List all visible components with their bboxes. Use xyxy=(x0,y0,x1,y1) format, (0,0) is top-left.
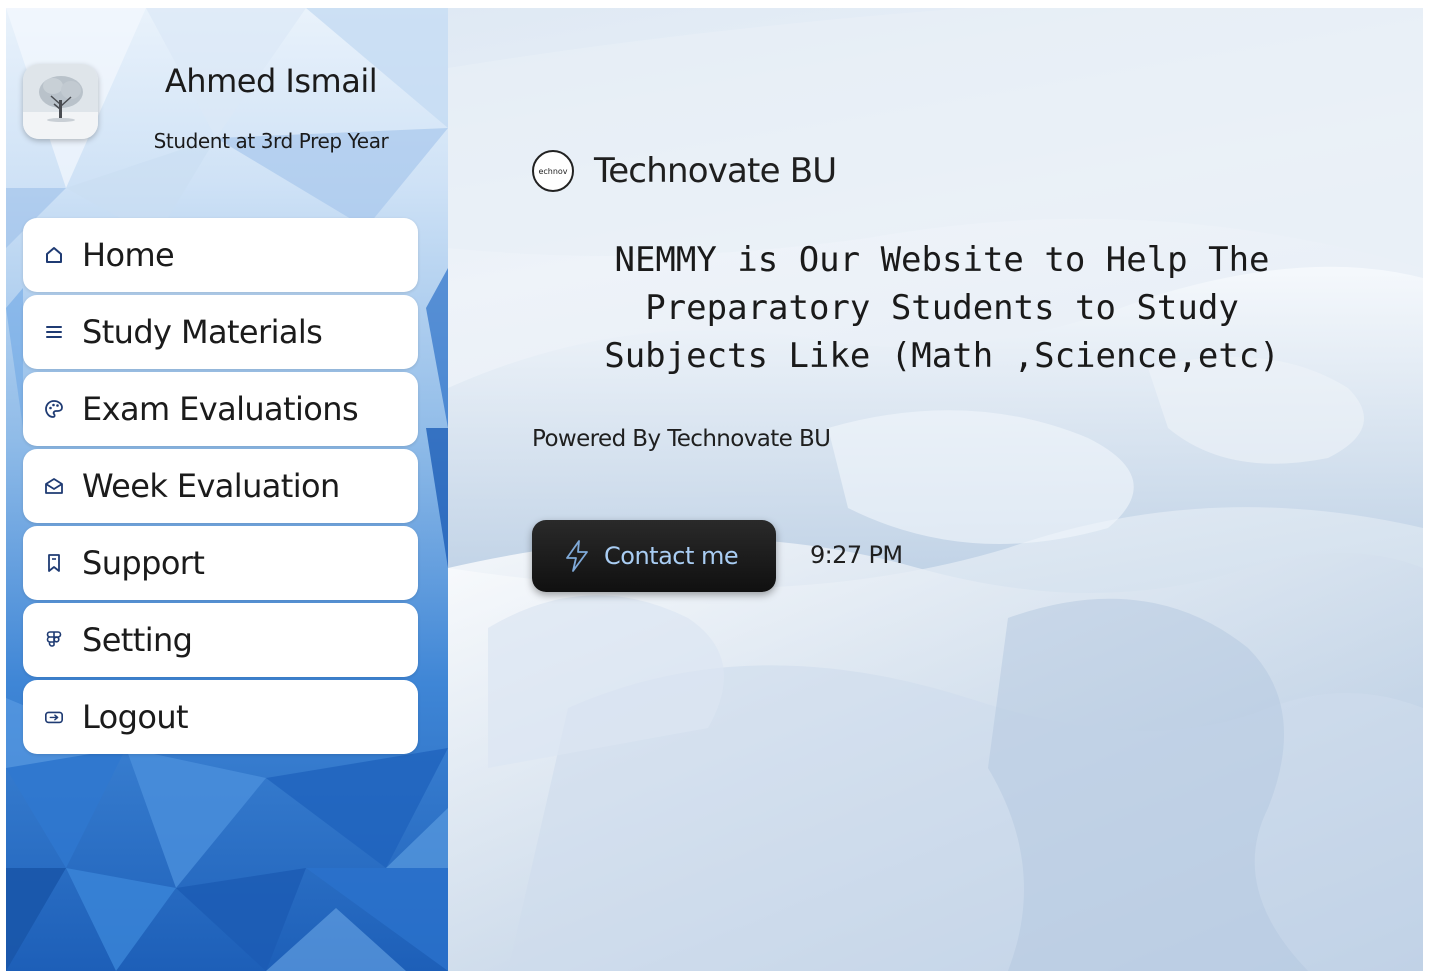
avatar[interactable] xyxy=(23,64,98,139)
sidebar-item-label: Support xyxy=(82,544,205,582)
sidebar-item-logout[interactable]: Logout xyxy=(23,680,418,754)
brand: echnov Technovate BU xyxy=(532,150,837,192)
hero-headline: NEMMY is Our Website to Help The Prepara… xyxy=(604,240,1280,376)
sidebar-item-label: Home xyxy=(82,236,175,274)
menu-lines-icon xyxy=(44,322,64,342)
open-mail-icon xyxy=(44,476,64,496)
sidebar-item-home[interactable]: Home xyxy=(23,218,418,292)
bookmark-icon xyxy=(44,553,64,573)
profile-name: Ahmed Ismail xyxy=(164,62,378,100)
palette-icon xyxy=(44,399,64,419)
profile-role: Student at 3rd Prep Year xyxy=(153,129,389,153)
sidebar-item-label: Setting xyxy=(82,621,193,659)
sidebar-menu: Home Study Materials Exam Evaluations We… xyxy=(23,218,418,757)
contact-me-label: Contact me xyxy=(604,542,739,570)
sidebar-item-setting[interactable]: Setting xyxy=(23,603,418,677)
home-icon xyxy=(44,245,64,265)
sidebar-item-week-evaluation[interactable]: Week Evaluation xyxy=(23,449,418,523)
brand-name: Technovate BU xyxy=(594,151,837,191)
brand-logo: echnov xyxy=(532,150,574,192)
sidebar-item-support[interactable]: Support xyxy=(23,526,418,600)
hero-section: echnov Technovate BU NEMMY is Our Websit… xyxy=(448,8,1423,971)
sidebar-item-label: Study Materials xyxy=(82,313,323,351)
sidebar-item-label: Exam Evaluations xyxy=(82,390,359,428)
figma-icon xyxy=(44,630,64,650)
sidebar-item-exam-evaluations[interactable]: Exam Evaluations xyxy=(23,372,418,446)
sidebar: Ahmed Ismail Student at 3rd Prep Year Ho… xyxy=(6,8,448,971)
logout-icon xyxy=(44,707,64,727)
sidebar-item-label: Week Evaluation xyxy=(82,467,340,505)
snowy-tree-picture xyxy=(23,64,98,139)
sidebar-item-label: Logout xyxy=(82,698,189,736)
sidebar-item-study-materials[interactable]: Study Materials xyxy=(23,295,418,369)
powered-by-text: Powered By Technovate BU xyxy=(532,426,831,452)
time-display: 9:27 PM xyxy=(810,541,903,569)
app-window: Ahmed Ismail Student at 3rd Prep Year Ho… xyxy=(6,8,1423,971)
lightning-icon xyxy=(566,540,588,572)
contact-me-button[interactable]: Contact me xyxy=(532,520,776,592)
